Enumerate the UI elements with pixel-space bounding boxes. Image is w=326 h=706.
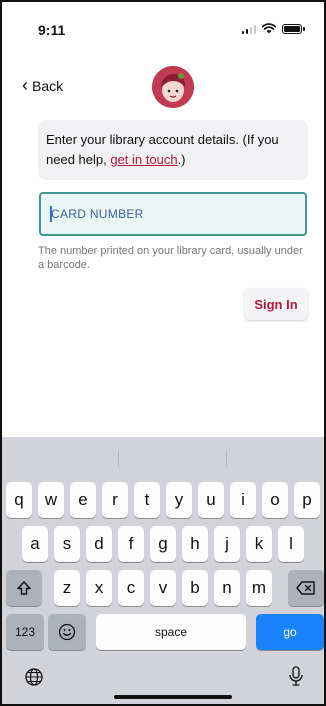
numbers-key[interactable]: 123	[6, 614, 44, 650]
key-h[interactable]: h	[182, 526, 208, 562]
space-key[interactable]: space	[96, 614, 246, 650]
key-s[interactable]: s	[54, 526, 80, 562]
key-x[interactable]: x	[86, 570, 112, 606]
key-l[interactable]: l	[278, 526, 304, 562]
status-icons	[241, 23, 305, 34]
shift-icon	[17, 581, 31, 595]
keyboard: q w e r t y u i o p a s d f g h j k l z …	[2, 437, 324, 704]
phone-screen: 9:11 ‹ Back Enter your library account d…	[0, 0, 326, 706]
key-g[interactable]: g	[150, 526, 176, 562]
delete-icon	[296, 581, 315, 595]
sign-in-button[interactable]: Sign In	[244, 288, 308, 320]
globe-icon[interactable]	[22, 665, 46, 689]
key-z[interactable]: z	[54, 570, 80, 606]
key-e[interactable]: e	[70, 482, 96, 518]
go-key[interactable]: go	[256, 614, 324, 650]
key-a[interactable]: a	[22, 526, 48, 562]
wifi-icon	[262, 23, 276, 34]
suggestion-divider	[118, 451, 119, 467]
key-m[interactable]: m	[246, 570, 272, 606]
key-b[interactable]: b	[182, 570, 208, 606]
message-text-end: .)	[177, 152, 186, 167]
key-d[interactable]: d	[86, 526, 112, 562]
shift-key[interactable]	[6, 570, 42, 606]
card-number-input[interactable]	[41, 194, 305, 234]
key-p[interactable]: p	[294, 482, 320, 518]
info-message: Enter your library account details. (If …	[38, 120, 308, 180]
key-w[interactable]: w	[38, 482, 64, 518]
key-f[interactable]: f	[118, 526, 144, 562]
key-u[interactable]: u	[198, 482, 224, 518]
key-r[interactable]: r	[102, 482, 128, 518]
chevron-left-icon: ‹	[22, 75, 28, 95]
card-number-field-wrapper	[39, 192, 307, 236]
get-in-touch-link[interactable]: get in touch	[110, 152, 177, 167]
status-time: 9:11	[38, 22, 66, 38]
key-q[interactable]: q	[6, 482, 32, 518]
key-y[interactable]: y	[166, 482, 192, 518]
key-t[interactable]: t	[134, 482, 160, 518]
key-c[interactable]: c	[118, 570, 144, 606]
text-caret	[50, 206, 52, 222]
suggestion-bar	[2, 437, 324, 477]
back-button[interactable]: ‹ Back	[22, 75, 64, 95]
key-j[interactable]: j	[214, 526, 240, 562]
status-bar: 9:11	[2, 2, 324, 46]
delete-key[interactable]	[288, 570, 324, 606]
suggestion-divider	[226, 451, 227, 467]
battery-icon	[282, 23, 305, 34]
help-text: The number printed on your library card,…	[38, 245, 303, 271]
emoji-key[interactable]	[48, 614, 86, 650]
emoji-icon	[58, 623, 76, 641]
key-v[interactable]: v	[150, 570, 176, 606]
libby-logo-icon	[152, 66, 194, 108]
back-label: Back	[32, 78, 64, 94]
key-k[interactable]: k	[246, 526, 272, 562]
signal-icon	[241, 24, 256, 34]
home-indicator[interactable]	[114, 695, 232, 699]
key-i[interactable]: i	[230, 482, 256, 518]
key-o[interactable]: o	[262, 482, 288, 518]
key-n[interactable]: n	[214, 570, 240, 606]
microphone-icon[interactable]	[284, 663, 308, 689]
